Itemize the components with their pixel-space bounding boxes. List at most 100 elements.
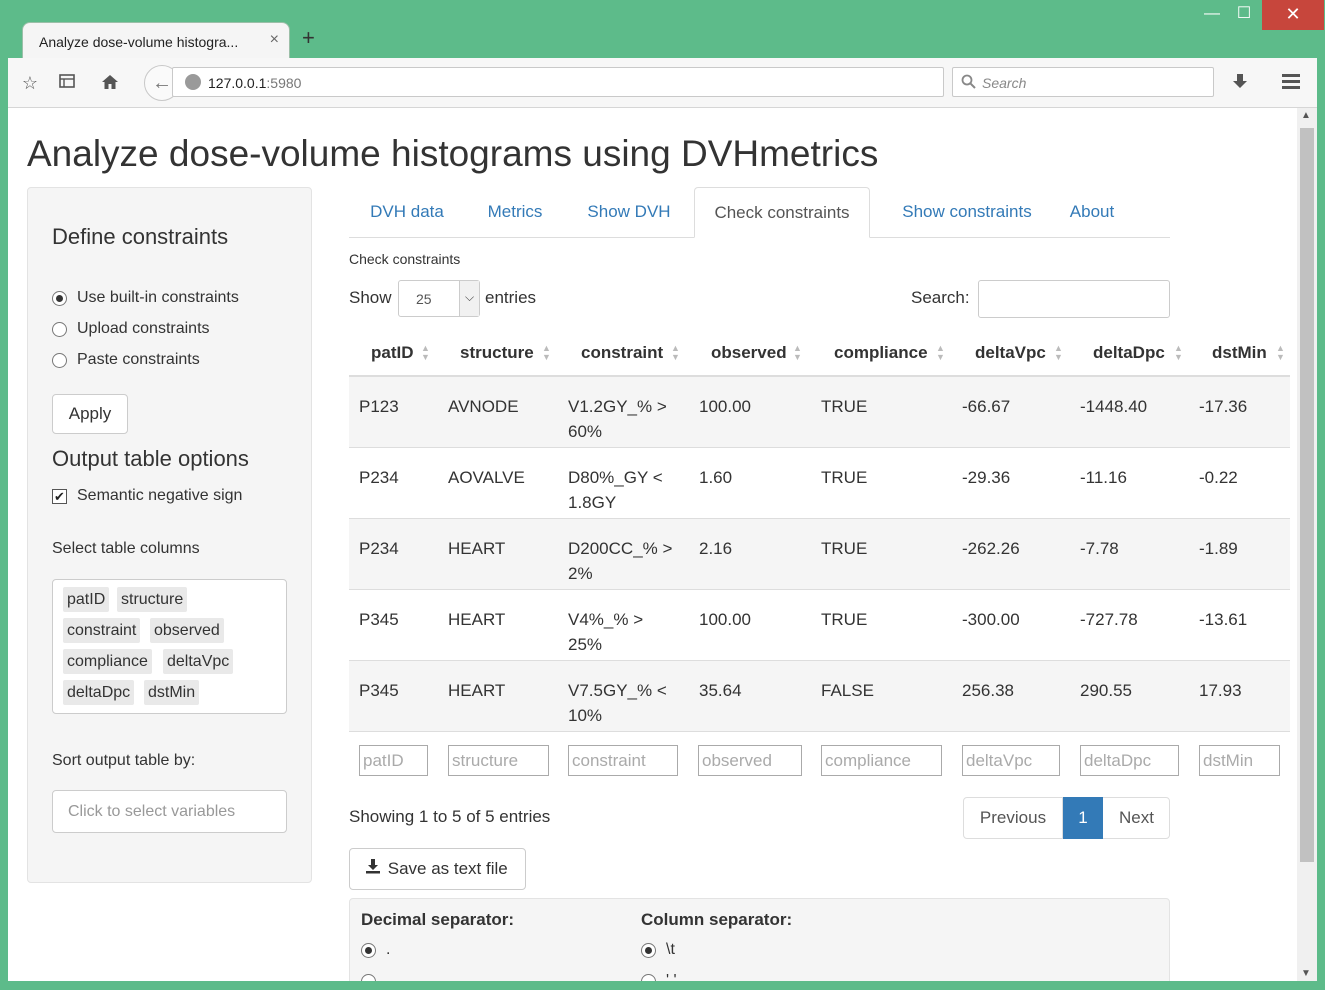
cell-structure: HEART xyxy=(448,681,506,700)
sort-icon: ▲ ▼ xyxy=(936,343,945,362)
browser-search-bar[interactable]: Search xyxy=(952,67,1214,97)
radio-button[interactable] xyxy=(361,943,376,958)
radio-button[interactable] xyxy=(52,322,67,337)
header-deltavpc[interactable]: deltaVpc xyxy=(975,343,1046,363)
tab-check-constraints[interactable]: Check constraints xyxy=(694,187,870,238)
sort-icon: ▲ ▼ xyxy=(1174,343,1183,362)
minimize-button[interactable]: — xyxy=(1196,0,1228,30)
radio-label: Paste constraints xyxy=(77,351,200,368)
main-tabs: DVH data Metrics Show DVH Check constrai… xyxy=(349,187,1170,238)
apply-button[interactable]: Apply xyxy=(52,394,128,434)
filter-structure[interactable]: structure xyxy=(448,745,549,776)
header-constraint[interactable]: constraint xyxy=(581,343,663,363)
menu-icon[interactable] xyxy=(1280,72,1302,94)
radio-button[interactable] xyxy=(641,943,656,958)
cell-dstmin: 17.93 xyxy=(1199,681,1242,700)
previous-page-button[interactable]: Previous xyxy=(964,798,1063,838)
table-row: P234 AOVALVE D80%_GY < 1.8GY 1.60 TRUE -2… xyxy=(349,448,1290,519)
home-icon[interactable] xyxy=(99,72,121,94)
radio-button[interactable] xyxy=(641,974,656,981)
scroll-thumb[interactable] xyxy=(1300,128,1314,862)
constraint-line: V4%_% > xyxy=(568,610,644,629)
radio-button[interactable] xyxy=(52,353,67,368)
radio-label: ' ' xyxy=(666,972,677,981)
page-title: Analyze dose-volume histograms using DVH… xyxy=(27,133,879,174)
maximize-button[interactable]: ☐ xyxy=(1228,0,1260,30)
cell-constraint: V4%_% > 25% xyxy=(568,607,643,657)
scroll-down-icon[interactable]: ▼ xyxy=(1301,968,1311,979)
page-length-select[interactable]: 25 ⌵ xyxy=(398,280,480,317)
define-constraints-heading: Define constraints xyxy=(52,224,229,249)
filter-observed[interactable]: observed xyxy=(698,745,802,776)
sort-variables-input[interactable]: Click to select variables xyxy=(52,790,287,833)
header-deltadpc[interactable]: deltaDpc xyxy=(1093,343,1165,363)
vertical-scrollbar[interactable]: ▲ ▼ xyxy=(1297,108,1317,981)
cell-structure: AOVALVE xyxy=(448,468,525,487)
table-info: Showing 1 to 5 of 5 entries xyxy=(349,807,551,826)
browser-tab[interactable]: Analyze dose-volume histogra... × xyxy=(22,22,290,58)
filter-dstmin[interactable]: dstMin xyxy=(1199,745,1280,776)
cell-compliance: TRUE xyxy=(821,397,868,416)
tab-metrics[interactable]: Metrics xyxy=(473,187,557,238)
header-compliance[interactable]: compliance xyxy=(834,343,928,363)
close-tab-icon[interactable]: × xyxy=(270,31,279,49)
table-row: P123 AVNODE V1.2GY_% > 60% 100.00 TRUE -6… xyxy=(349,377,1290,448)
checkbox-label: Semantic negative sign xyxy=(77,487,243,504)
column-chip[interactable]: compliance xyxy=(63,649,152,674)
column-chip[interactable]: deltaDpc xyxy=(63,680,135,705)
column-chip[interactable]: structure xyxy=(117,587,188,612)
constraint-line: 25% xyxy=(568,635,603,654)
table-search-input[interactable] xyxy=(978,280,1170,318)
constraint-line: 2% xyxy=(568,564,593,583)
constraint-line: 60% xyxy=(568,422,603,441)
cell-dstmin: -17.36 xyxy=(1199,397,1248,416)
header-observed[interactable]: observed xyxy=(711,343,787,363)
radio-label: , xyxy=(386,972,391,981)
column-multiselect[interactable]: patID structure constraint observed comp… xyxy=(52,579,287,714)
column-chip[interactable]: dstMin xyxy=(144,680,200,705)
filter-patid[interactable]: patID xyxy=(359,745,428,776)
scroll-up-icon[interactable]: ▲ xyxy=(1301,110,1311,121)
tab-dvh-data[interactable]: DVH data xyxy=(349,187,465,238)
tab-show-constraints[interactable]: Show constraints xyxy=(887,187,1047,238)
next-page-button[interactable]: Next xyxy=(1103,798,1170,838)
save-text-file-button[interactable]: Save as text file xyxy=(349,848,526,890)
radio-button[interactable] xyxy=(361,974,376,981)
page-1-button[interactable]: 1 xyxy=(1063,797,1103,839)
radio-label: . xyxy=(386,941,391,958)
column-chip[interactable]: deltaVpc xyxy=(163,649,234,674)
radio-button[interactable] xyxy=(52,291,67,306)
filter-constraint[interactable]: constraint xyxy=(568,745,678,776)
search-icon xyxy=(961,74,976,93)
filter-deltavpc[interactable]: deltaVpc xyxy=(962,745,1060,776)
table-row: P345 HEART V4%_% > 25% 100.00 TRUE -300.0… xyxy=(349,590,1290,661)
tab-show-dvh[interactable]: Show DVH xyxy=(572,187,686,238)
constraint-line: D80%_GY < xyxy=(568,468,663,487)
cell-constraint: D200CC_% > 2% xyxy=(568,536,672,586)
tab-about[interactable]: About xyxy=(1061,187,1123,238)
header-dstmin[interactable]: dstMin xyxy=(1212,343,1267,363)
table-row: P345 HEART V7.5GY_% < 10% 35.64 FALSE 256… xyxy=(349,661,1290,732)
cell-patid: P345 xyxy=(359,610,399,629)
header-structure[interactable]: structure xyxy=(460,343,534,363)
reading-list-icon[interactable] xyxy=(56,72,78,94)
close-window-button[interactable]: ✕ xyxy=(1262,0,1324,30)
new-tab-button[interactable]: + xyxy=(302,27,315,49)
filter-deltadpc[interactable]: deltaDpc xyxy=(1080,745,1179,776)
cell-deltavpc: -29.36 xyxy=(962,468,1011,487)
column-chip[interactable]: observed xyxy=(150,618,224,643)
cell-patid: P123 xyxy=(359,397,399,416)
cell-dstmin: -1.89 xyxy=(1199,539,1238,558)
header-patid[interactable]: patID xyxy=(371,343,414,363)
cell-compliance: TRUE xyxy=(821,610,868,629)
column-chip[interactable]: patID xyxy=(63,587,110,612)
column-chip[interactable]: constraint xyxy=(63,618,141,643)
cell-deltadpc: -727.78 xyxy=(1080,610,1138,629)
checkmark-icon[interactable]: ✔ xyxy=(52,489,67,504)
star-icon[interactable]: ☆ xyxy=(19,72,41,94)
download-icon[interactable] xyxy=(1229,72,1251,94)
constraint-line: V7.5GY_% < xyxy=(568,681,667,700)
filter-compliance[interactable]: compliance xyxy=(821,745,942,776)
radio-label: Use built-in constraints xyxy=(77,289,239,306)
url-bar[interactable]: 127.0.0.1:5980 xyxy=(172,67,944,97)
